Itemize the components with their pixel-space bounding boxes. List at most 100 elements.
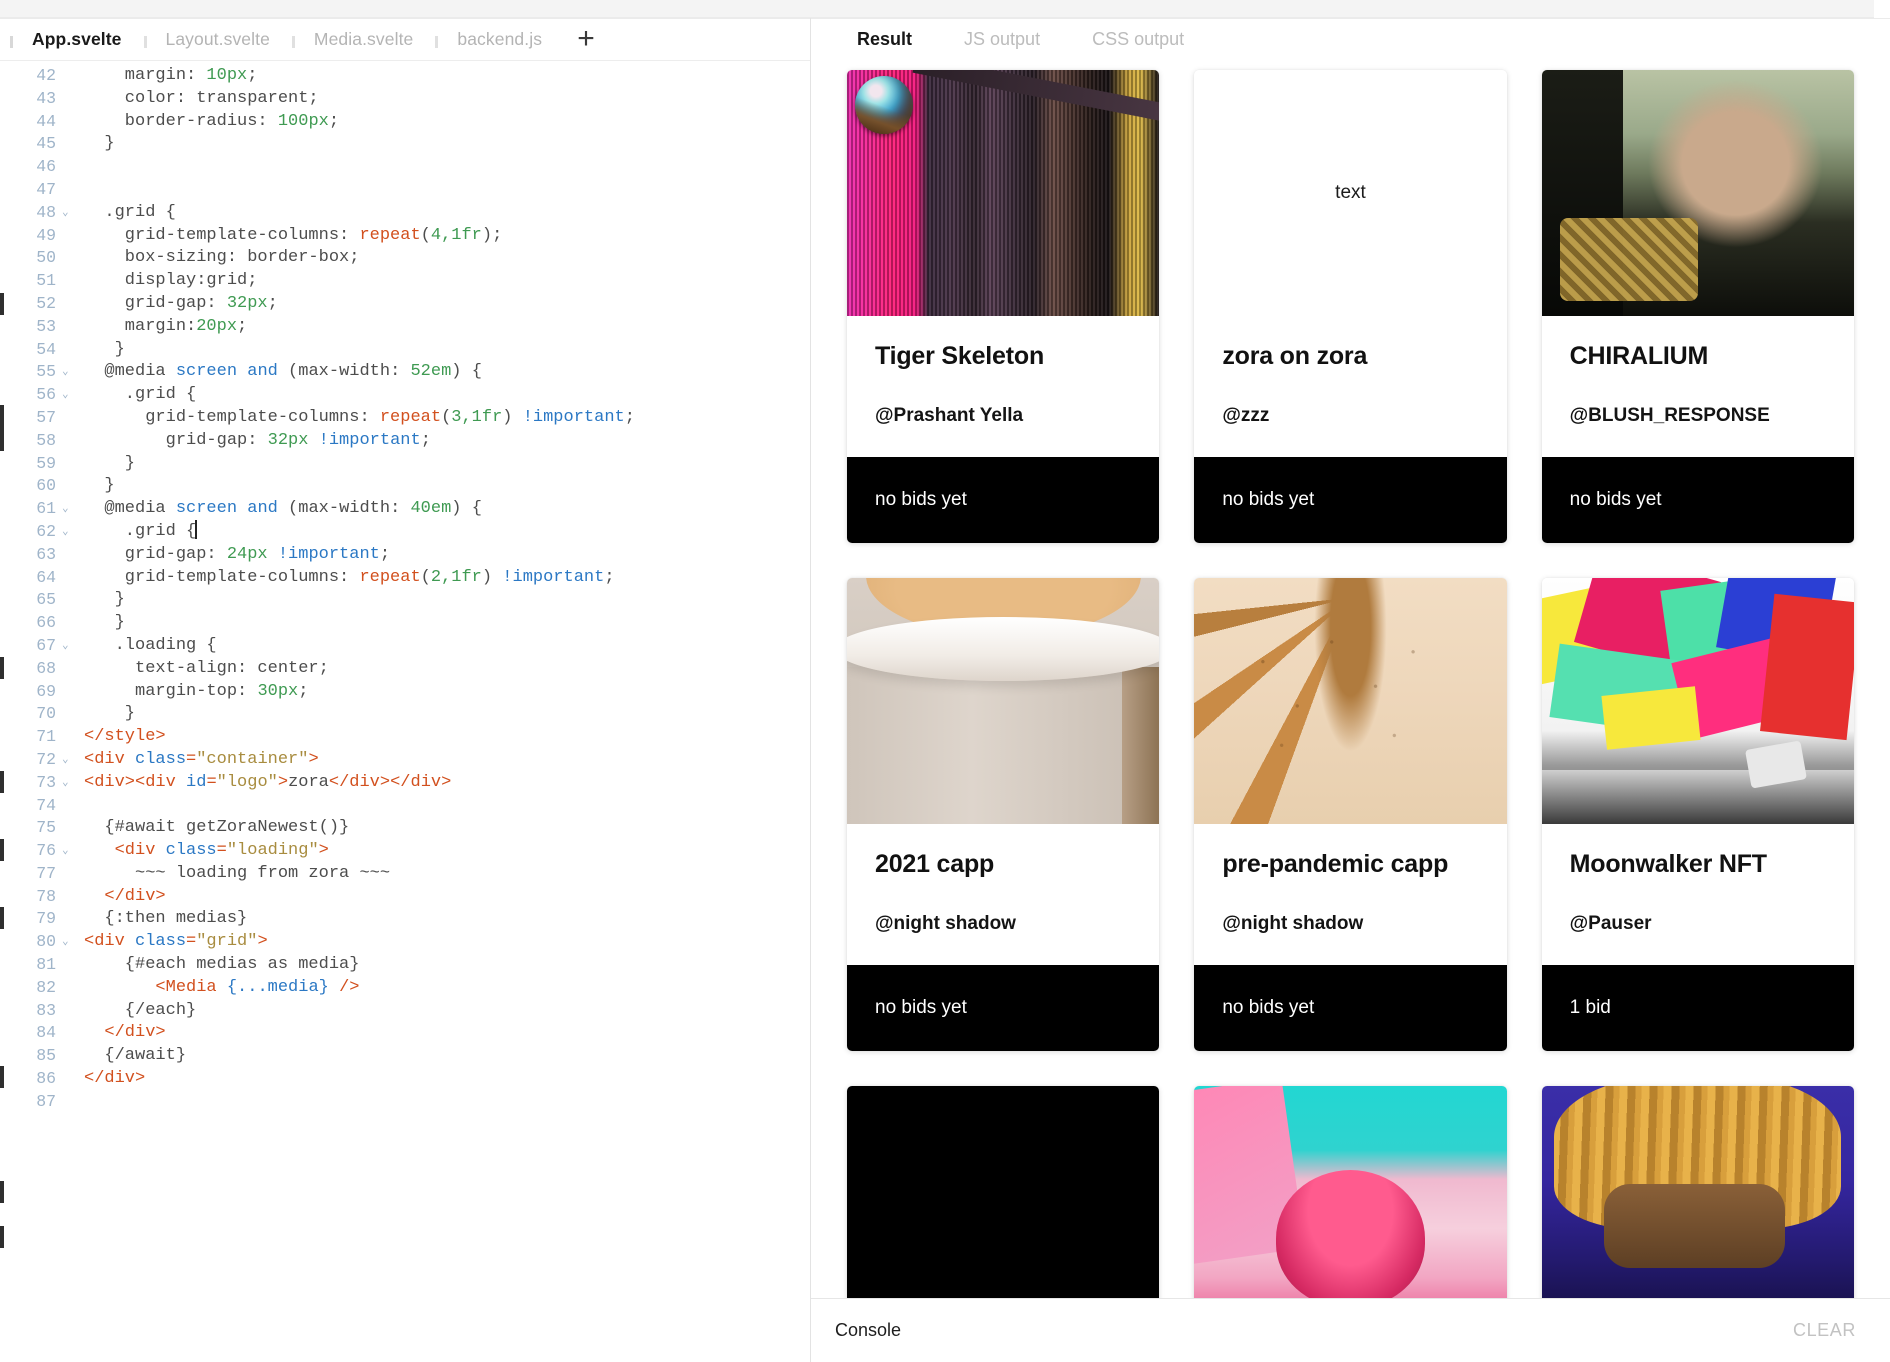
line-number: 63 [36, 544, 56, 564]
line-number: 52 [36, 293, 56, 313]
code-token: zora [288, 772, 329, 792]
code-token: ( [420, 225, 431, 245]
line-number: 86 [36, 1069, 56, 1089]
nft-card[interactable]: 2021 capp @night shadow no bids yet [847, 578, 1160, 1051]
line-number: 70 [36, 704, 56, 724]
nft-artwork [1541, 578, 1854, 824]
editor-tab-0[interactable]: App.svelte [10, 18, 144, 60]
code-token: } [84, 453, 136, 473]
code-token: grid-gap: [84, 544, 227, 564]
preview-iframe[interactable]: Tiger Skeleton @Prashant Yella no bids yet… [811, 58, 1890, 1298]
line-number: 67 [36, 635, 56, 655]
line-number: 64 [36, 567, 56, 587]
nft-card[interactable] [1194, 1086, 1507, 1298]
code-token: class [135, 932, 187, 952]
code-token: ; [328, 111, 340, 131]
code-token: 40em [410, 499, 452, 519]
fold-chevron-icon[interactable]: ⌄ [62, 840, 76, 863]
nft-card-body: Moonwalker NFT @Pauser [1541, 824, 1854, 965]
editor-tab-2[interactable]: Media.svelte [291, 18, 435, 60]
code-token: = [216, 841, 227, 861]
nft-creator: @night shadow [875, 913, 1016, 934]
code-line: 61 ⌄ @media screen and (max-width: 40em) … [0, 498, 810, 521]
nft-card[interactable] [847, 1086, 1160, 1298]
code-text: grid-template-columns: repeat(2,1fr) !im… [76, 567, 615, 590]
code-token: 10px [206, 66, 248, 85]
nft-card[interactable]: CHIRALIUM @BLUSH_RESPONSE no bids yet [1541, 70, 1854, 543]
code-token: {/each} [84, 1000, 197, 1020]
code-token: !important [502, 567, 605, 587]
code-line: 62 ⌄ .grid { [0, 520, 810, 544]
nft-artwork-text: text [1335, 182, 1366, 203]
code-text: {#await getZoraNewest()} [76, 817, 349, 840]
code-text: } [76, 612, 125, 635]
result-tab-0[interactable]: Result [831, 29, 938, 50]
line-number: 48 [36, 202, 56, 222]
code-line: 79 {:then medias} [0, 908, 810, 931]
editor-tab-1[interactable]: Layout.svelte [143, 18, 292, 60]
code-text: } [76, 133, 114, 156]
fold-chevron-icon[interactable]: ⌄ [62, 635, 76, 658]
code-text: {#each medias as media} [76, 954, 360, 977]
code-line: 49 grid-template-columns: repeat(4,1fr); [0, 225, 810, 248]
console-clear-button[interactable]: CLEAR [1793, 1320, 1856, 1341]
code-text: } [76, 703, 135, 726]
nft-card[interactable]: pre-pandemic capp @night shadow no bids ye… [1194, 578, 1507, 1051]
fold-chevron-icon[interactable]: ⌄ [62, 772, 76, 795]
code-token: margin-top: [84, 681, 258, 701]
code-token: = [206, 772, 217, 792]
code-line: 67 ⌄ .loading { [0, 635, 810, 658]
code-token: repeat [359, 225, 421, 245]
code-token: } [84, 339, 125, 359]
fold-chevron-icon[interactable]: ⌄ [62, 361, 76, 384]
code-token: ; [624, 407, 635, 427]
nft-artwork [1541, 1086, 1854, 1298]
line-number: 54 [36, 339, 56, 359]
line-number: 59 [36, 453, 56, 473]
code-text: <div class="container"> [76, 749, 319, 772]
nft-bid-status: 1 bid [1541, 965, 1854, 1051]
code-text: .grid { [76, 384, 196, 407]
code-token: } [84, 476, 115, 496]
code-line: 50 box-sizing: border-box; [0, 247, 810, 270]
nft-card[interactable]: Moonwalker NFT @Pauser 1 bid [1541, 578, 1854, 1051]
nft-card[interactable] [1541, 1086, 1854, 1298]
result-tab-2[interactable]: CSS output [1066, 29, 1210, 50]
code-token: (max-width: [277, 499, 411, 519]
code-token: .loading { [84, 635, 217, 655]
code-token: class [165, 841, 217, 861]
code-editor[interactable]: 42 margin: 10px; 43 color: transparent; 44… [0, 61, 810, 1362]
code-token: } [84, 613, 125, 633]
fold-chevron-icon[interactable]: ⌄ [62, 931, 76, 954]
code-text: text-align: center; [76, 658, 329, 681]
fold-chevron-icon[interactable]: ⌄ [62, 521, 76, 544]
add-tab-icon[interactable]: + [564, 18, 608, 60]
window-corner [1874, 0, 1890, 18]
fold-chevron-icon[interactable]: ⌄ [62, 749, 76, 772]
code-token: grid-gap: [84, 293, 227, 313]
nft-card[interactable]: text zora on zora @zzz no bids yet [1194, 70, 1507, 543]
fold-chevron-icon[interactable]: ⌄ [62, 498, 76, 521]
code-token: grid-template-columns: [84, 567, 360, 587]
nft-title: pre-pandemic capp [1222, 850, 1449, 878]
fold-chevron-icon[interactable]: ⌄ [62, 202, 76, 225]
code-token: @media [84, 499, 176, 519]
code-token: <div [84, 932, 136, 952]
nft-card-body: CHIRALIUM @BLUSH_RESPONSE [1541, 316, 1854, 457]
code-line: 66 } [0, 612, 810, 635]
line-number: 60 [36, 476, 56, 496]
line-number: 79 [36, 909, 56, 929]
code-token: ; [237, 316, 248, 336]
code-token: grid-gap: [84, 430, 268, 450]
fold-chevron-icon[interactable]: ⌄ [62, 384, 76, 407]
code-text: ~~~ loading from zora ~~~ [76, 863, 390, 886]
code-token: !important [277, 544, 380, 564]
nft-card[interactable]: Tiger Skeleton @Prashant Yella no bids yet [847, 70, 1160, 543]
result-tab-1[interactable]: JS output [938, 29, 1066, 50]
code-line: 64 grid-template-columns: repeat(2,1fr) … [0, 567, 810, 590]
code-token: <div [84, 749, 136, 769]
nft-creator: @zzz [1222, 405, 1270, 426]
code-token: ) [502, 407, 523, 427]
editor-tab-3[interactable]: backend.js [435, 18, 564, 60]
